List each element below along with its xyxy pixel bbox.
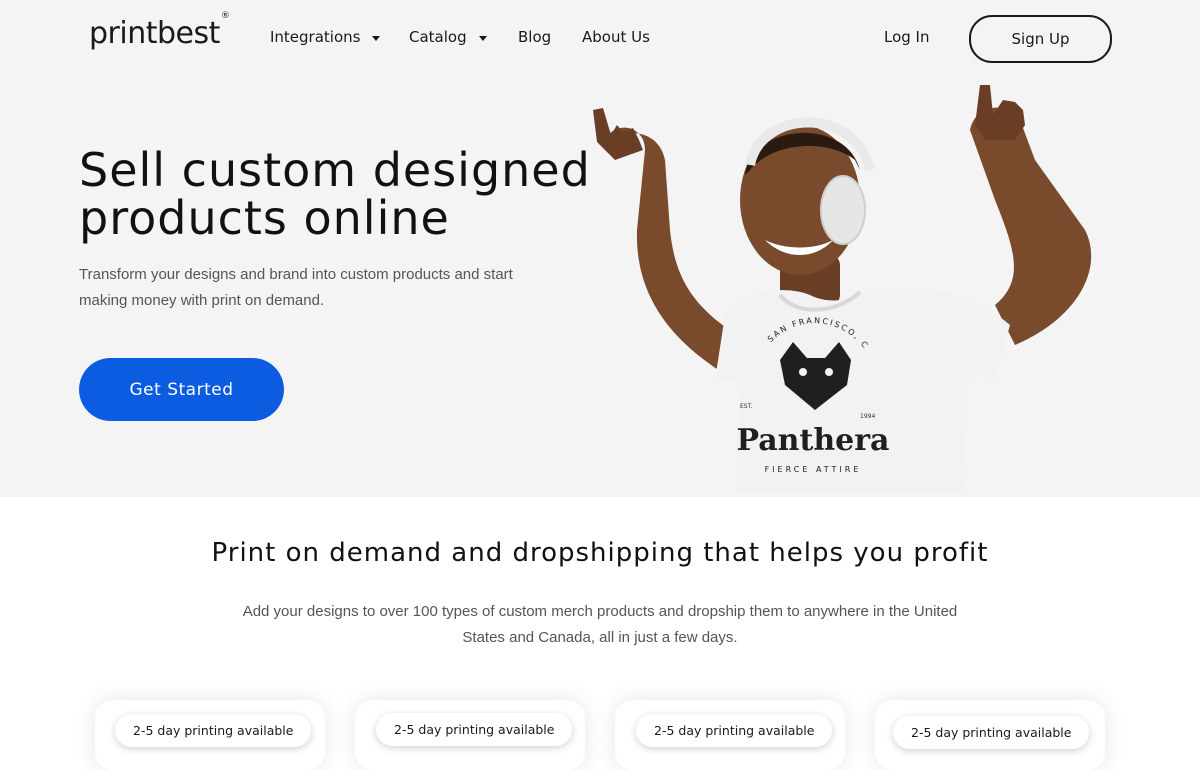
- nav-item-catalog[interactable]: Catalog: [409, 28, 487, 46]
- section-subtitle: Add your designs to over 100 types of cu…: [242, 603, 958, 646]
- logo-text: printbest: [89, 16, 220, 51]
- shirt-tagline-text: FIERCE ATTIRE: [765, 465, 862, 474]
- printing-badge: 2-5 day printing available: [636, 714, 833, 747]
- nav-item-blog[interactable]: Blog: [518, 28, 551, 46]
- shirt-year-text: 1994: [860, 413, 875, 420]
- printing-badge: 2-5 day printing available: [115, 714, 312, 747]
- logo-registered-mark: ®: [220, 11, 230, 21]
- chevron-down-icon: [372, 35, 381, 41]
- hero-person-image: SAN FRANCISCO, CA Panthera FIERCE ATTIRE…: [575, 80, 1092, 492]
- nav-item-integrations[interactable]: Integrations: [270, 28, 381, 46]
- nav-item-label: About Us: [582, 28, 650, 46]
- chevron-down-icon: [478, 35, 487, 41]
- nav-item-about-us[interactable]: About Us: [582, 28, 650, 46]
- nav-item-label: Catalog: [409, 28, 467, 46]
- section-title: Print on demand and dropshipping that he…: [211, 538, 989, 568]
- shirt-brand-text: Panthera: [736, 423, 889, 458]
- printing-badge: 2-5 day printing available: [376, 713, 573, 746]
- get-started-button[interactable]: Get Started: [79, 358, 284, 421]
- nav-item-label: Blog: [518, 28, 552, 46]
- printing-badge: 2-5 day printing available: [893, 716, 1090, 749]
- hero-subtitle: Transform your designs and brand into cu…: [79, 266, 513, 309]
- login-link[interactable]: Log In: [884, 28, 930, 46]
- signup-button[interactable]: Sign Up: [969, 15, 1112, 63]
- logo[interactable]: printbest®: [89, 11, 230, 51]
- nav-item-label: Integrations: [270, 28, 361, 46]
- hero-title: Sell custom designed products online: [79, 143, 591, 245]
- shirt-est-text: EST.: [740, 403, 753, 410]
